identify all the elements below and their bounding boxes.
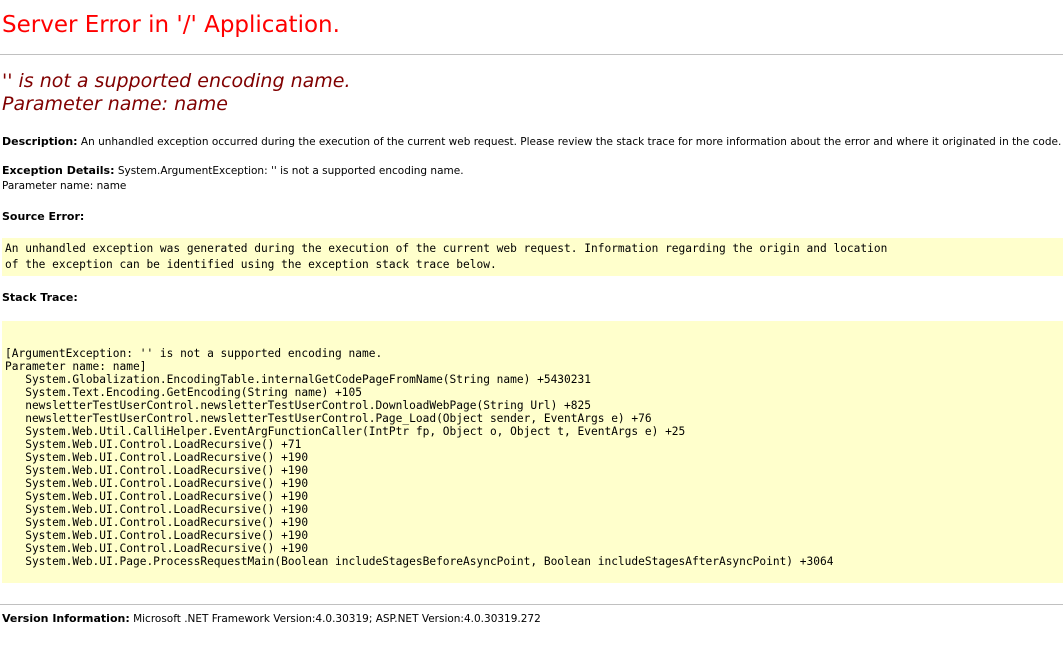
exception-details-param: Parameter name: name: [2, 180, 127, 192]
stack-trace-line: System.Web.UI.Control.LoadRecursive() +7…: [5, 438, 302, 451]
stack-trace-line: System.Web.UI.Page.ProcessRequestMain(Bo…: [5, 555, 834, 568]
error-message-line-2: Parameter name: name: [2, 93, 228, 115]
stack-trace-line: System.Web.UI.Control.LoadRecursive() +1…: [5, 529, 309, 542]
stack-trace-line: System.Globalization.EncodingTable.inter…: [5, 373, 591, 386]
description-row: Description: An unhandled exception occu…: [2, 135, 1061, 148]
stack-trace-line: newsletterTestUserControl.newsletterTest…: [5, 412, 652, 425]
page-title: Server Error in '/' Application.: [2, 12, 340, 38]
stack-trace-box: [ArgumentException: '' is not a supporte…: [2, 321, 1063, 583]
exception-details-label: Exception Details:: [2, 164, 115, 177]
error-message-line-1: '' is not a supported encoding name.: [2, 70, 351, 92]
exception-details-row: Exception Details: System.ArgumentExcept…: [2, 164, 464, 177]
stack-trace-line: System.Web.UI.Control.LoadRecursive() +1…: [5, 542, 309, 555]
version-information-row: Version Information: Microsoft .NET Fram…: [2, 612, 541, 625]
stack-trace-line: System.Web.UI.Control.LoadRecursive() +1…: [5, 503, 309, 516]
source-error-heading: Source Error:: [2, 210, 84, 223]
stack-trace-line: System.Web.UI.Control.LoadRecursive() +1…: [5, 451, 309, 464]
stack-trace-line: System.Web.UI.Control.LoadRecursive() +1…: [5, 516, 309, 529]
stack-trace-line: System.Web.UI.Control.LoadRecursive() +1…: [5, 464, 309, 477]
stack-trace-line: Parameter name: name]: [5, 360, 147, 373]
divider-top: [0, 54, 1063, 55]
stack-trace-line: newsletterTestUserControl.newsletterTest…: [5, 399, 591, 412]
stack-trace-line: System.Web.UI.Control.LoadRecursive() +1…: [5, 490, 309, 503]
stack-trace-label: Stack Trace:: [2, 291, 78, 304]
source-error-line: of the exception can be identified using…: [5, 257, 497, 271]
stack-trace-line: [ArgumentException: '' is not a supporte…: [5, 347, 383, 360]
divider-bottom: [0, 604, 1063, 605]
source-error-label: Source Error:: [2, 210, 85, 223]
stack-trace-line: System.Web.UI.Control.LoadRecursive() +1…: [5, 477, 309, 490]
source-error-box: An unhandled exception was generated dur…: [2, 238, 1063, 276]
stack-trace-line: System.Text.Encoding.GetEncoding(String …: [5, 386, 362, 399]
version-information-label: Version Information:: [2, 612, 130, 625]
error-message: '' is not a supported encoding name. Par…: [2, 70, 351, 116]
version-information-text: Microsoft .NET Framework Version:4.0.303…: [133, 613, 541, 625]
description-label: Description:: [2, 135, 78, 148]
stack-trace-heading: Stack Trace:: [2, 291, 78, 304]
source-error-line: An unhandled exception was generated dur…: [5, 242, 888, 255]
description-text: An unhandled exception occurred during t…: [80, 136, 1062, 148]
exception-details-text: System.ArgumentException: '' is not a su…: [117, 165, 464, 177]
stack-trace-line: System.Web.Util.CalliHelper.EventArgFunc…: [5, 425, 686, 438]
